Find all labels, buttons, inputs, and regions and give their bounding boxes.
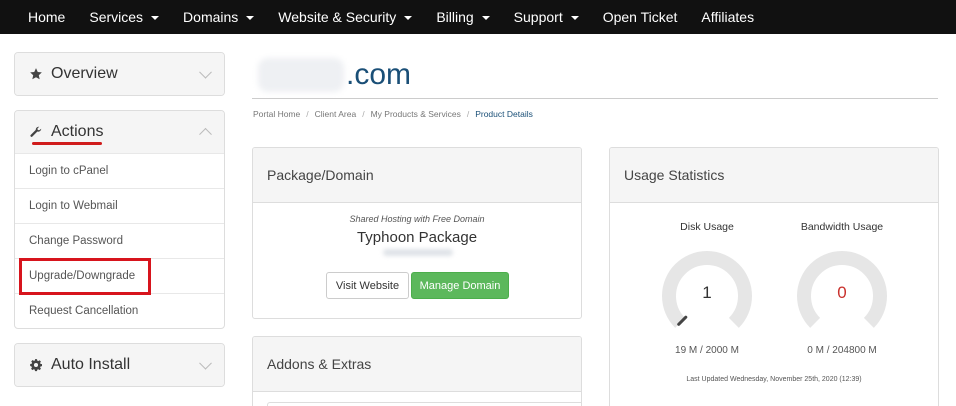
top-nav: Home Services Domains Website & Security… — [0, 0, 956, 34]
nav-open-ticket[interactable]: Open Ticket — [591, 0, 690, 34]
action-login-cpanel[interactable]: Login to cPanel — [15, 153, 224, 188]
action-change-password[interactable]: Change Password — [15, 223, 224, 258]
addons-content-box — [267, 402, 581, 406]
disk-usage-summary: 19 M / 2000 M — [675, 345, 739, 356]
wrench-icon — [30, 126, 42, 137]
package-domain-card: Package/Domain Shared Hosting with Free … — [252, 147, 582, 319]
disk-usage-label: Disk Usage — [680, 221, 734, 233]
nav-domains-label: Domains — [183, 9, 239, 25]
auto-install-title: Auto Install — [51, 356, 131, 373]
caret-down-icon — [151, 16, 160, 20]
nav-billing-label: Billing — [436, 9, 474, 25]
nav-services-label: Services — [89, 9, 144, 25]
bandwidth-usage-gauge: 0 — [796, 250, 888, 342]
nav-website-security-label: Website & Security — [278, 9, 397, 25]
bandwidth-usage-label: Bandwidth Usage — [800, 221, 884, 233]
nav-home-label: Home — [28, 9, 66, 25]
caret-down-icon — [570, 16, 579, 20]
breadcrumb-separator: / — [466, 109, 470, 119]
overview-title: Overview — [51, 65, 118, 82]
nav-support[interactable]: Support — [502, 0, 591, 34]
redacted-domain-name — [383, 249, 453, 256]
visit-website-button[interactable]: Visit Website — [326, 272, 409, 299]
nav-services[interactable]: Services — [77, 0, 171, 34]
breadcrumb-separator: / — [306, 109, 309, 119]
breadcrumb-portal-home[interactable]: Portal Home — [253, 109, 300, 119]
page-title: .com — [346, 58, 412, 91]
disk-usage-gauge: 1 — [661, 250, 753, 342]
annotation-highlight-box — [19, 258, 151, 295]
annotation-underline — [32, 142, 102, 145]
nav-home[interactable]: Home — [16, 0, 77, 34]
overview-panel-header[interactable]: Overview — [15, 53, 224, 95]
usage-statistics-card: Usage Statistics Disk Usage 1 19 M / 200… — [609, 147, 939, 406]
chevron-up-icon — [199, 127, 212, 141]
action-request-cancellation[interactable]: Request Cancellation — [15, 293, 224, 328]
caret-down-icon — [404, 16, 413, 20]
action-login-webmail[interactable]: Login to Webmail — [15, 188, 224, 223]
breadcrumb-product-details: Product Details — [475, 109, 533, 119]
breadcrumb: Portal Home / Client Area / My Products & … — [253, 109, 533, 119]
breadcrumb-products-services[interactable]: My Products & Services — [371, 109, 461, 119]
nav-affiliates-label: Affiliates — [701, 9, 755, 25]
bandwidth-usage-value: 0 — [837, 283, 847, 302]
gear-icon — [30, 359, 43, 372]
overview-panel: Overview — [14, 52, 225, 96]
auto-install-panel-header[interactable]: Auto Install — [15, 344, 224, 386]
usage-statistics-heading: Usage Statistics — [610, 148, 938, 203]
disk-usage-value: 1 — [702, 283, 712, 302]
nav-support-label: Support — [513, 9, 563, 25]
breadcrumb-separator: / — [362, 109, 365, 119]
package-domain-heading: Package/Domain — [253, 148, 581, 203]
nav-affiliates[interactable]: Affiliates — [689, 0, 766, 34]
caret-down-icon — [246, 16, 255, 20]
nav-open-ticket-label: Open Ticket — [602, 9, 678, 25]
auto-install-panel: Auto Install — [14, 343, 225, 387]
actions-title: Actions — [51, 123, 104, 140]
last-updated-text: Last Updated Wednesday, November 25th, 2… — [686, 376, 862, 383]
addons-heading: Addons & Extras — [253, 337, 581, 392]
nav-website-security[interactable]: Website & Security — [266, 0, 424, 34]
title-divider — [252, 98, 938, 99]
manage-domain-button[interactable]: Manage Domain — [411, 272, 509, 299]
package-subtitle: Shared Hosting with Free Domain — [349, 214, 485, 224]
sidebar: Overview Actions Login to cPanel Login t… — [14, 52, 225, 401]
caret-down-icon — [481, 16, 490, 20]
chevron-down-icon — [199, 65, 212, 79]
nav-billing[interactable]: Billing — [424, 0, 501, 34]
package-name: Typhoon Package — [356, 229, 478, 246]
redacted-domain — [258, 58, 344, 92]
actions-list: Login to cPanel Login to Webmail Change … — [15, 153, 224, 328]
star-icon — [30, 68, 42, 80]
chevron-down-icon — [199, 356, 212, 370]
bandwidth-usage-summary: 0 M / 204800 M — [807, 345, 877, 356]
nav-domains[interactable]: Domains — [171, 0, 266, 34]
actions-panel-header[interactable]: Actions — [15, 111, 224, 153]
addons-card: Addons & Extras — [252, 336, 582, 406]
breadcrumb-client-area[interactable]: Client Area — [315, 109, 357, 119]
